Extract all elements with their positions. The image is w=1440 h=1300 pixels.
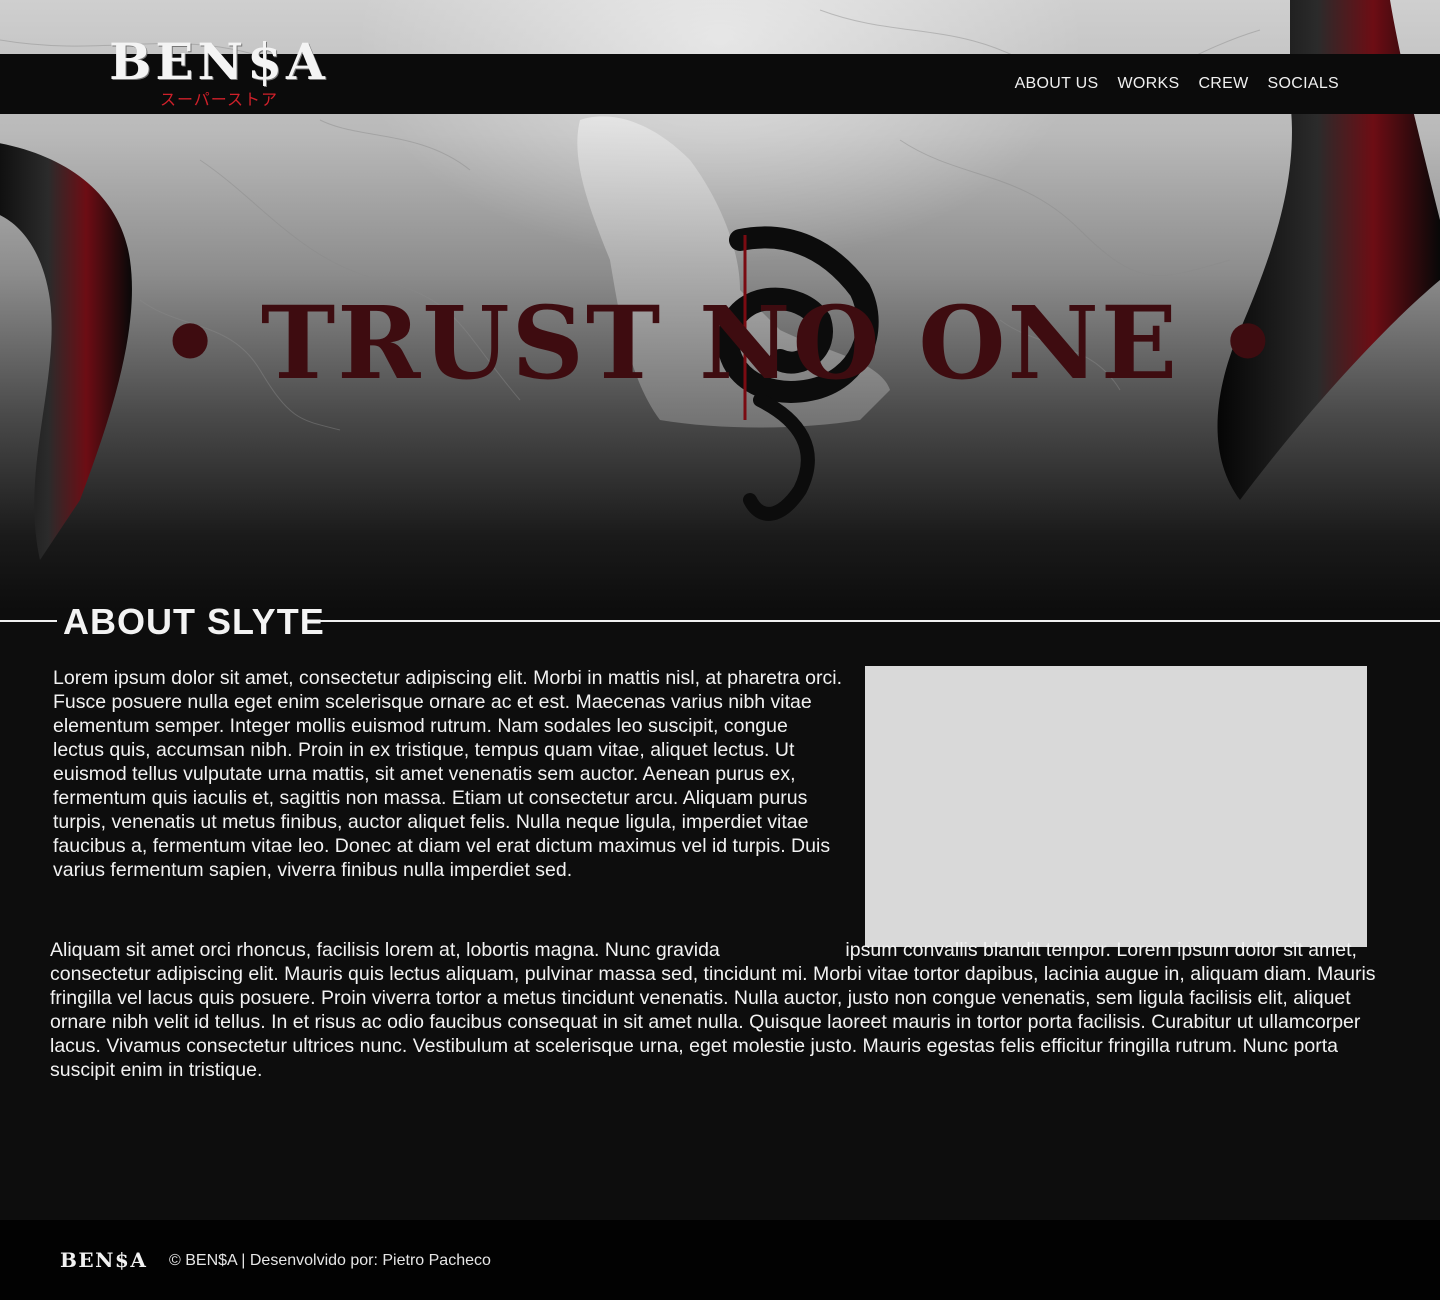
brand-logo[interactable]: BEN$A スーパーストア <box>88 34 350 110</box>
footer-logo[interactable]: BEN$A <box>60 1246 147 1274</box>
about-title: ABOUT SLYTE <box>63 601 325 642</box>
about-section-header: ABOUT SLYTE <box>0 600 1440 644</box>
about-paragraph-1: Lorem ipsum dolor sit amet, consectetur … <box>53 667 842 881</box>
divider-right <box>318 620 1440 622</box>
logo-subtitle: スーパーストア <box>159 90 279 109</box>
divider-left <box>0 620 57 622</box>
footer-credits: © BEN$A | Desenvolvido por: Pietro Pache… <box>169 1252 491 1269</box>
about-image-placeholder <box>865 666 1367 947</box>
nav-link-socials[interactable]: SOCIALS <box>1268 75 1339 93</box>
hero-headline: • TRUST NO ONE • <box>158 284 1282 402</box>
about-paragraph-2-first: Aliquam sit amet orci rhoncus, facilisis… <box>50 939 720 961</box>
main-nav: ABOUT US WORKS CREW SOCIALS <box>1015 54 1339 114</box>
logo-wordmark: BEN$A <box>109 32 329 91</box>
footer: BEN$A © BEN$A | Desenvolvido por: Pietro… <box>0 1220 1440 1300</box>
nav-link-crew[interactable]: CREW <box>1198 75 1248 93</box>
nav-link-works[interactable]: WORKS <box>1117 75 1179 93</box>
about-paragraph-2: Aliquam sit amet orci rhoncus, facilisis… <box>50 938 1390 1082</box>
nav-link-about-us[interactable]: ABOUT US <box>1015 75 1099 93</box>
